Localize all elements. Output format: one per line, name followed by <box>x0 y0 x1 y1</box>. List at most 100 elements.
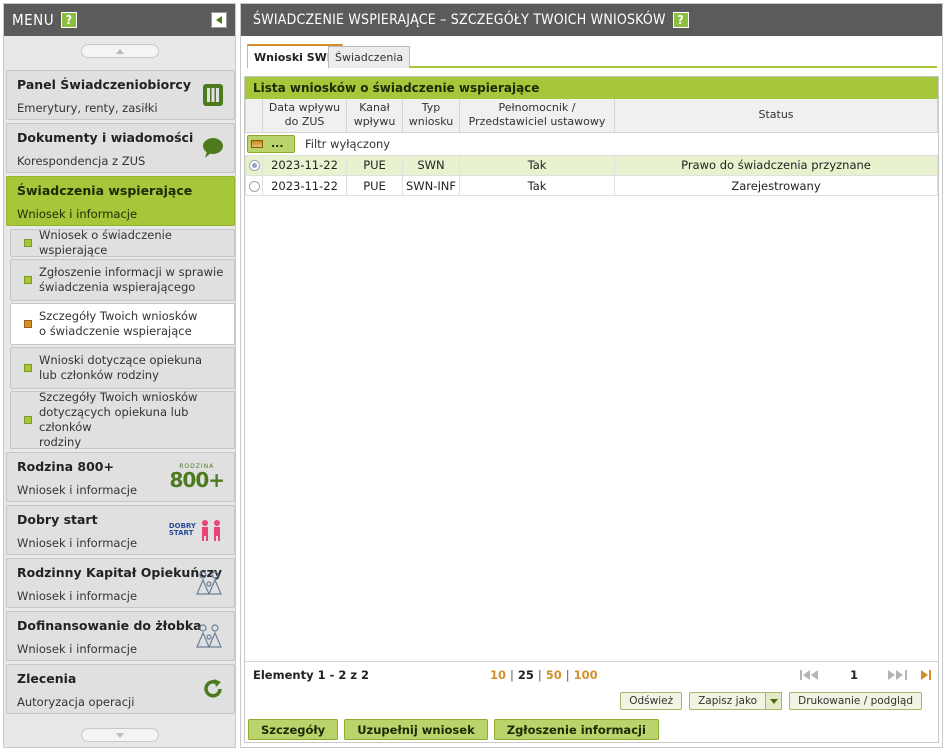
sidebar-item-dobry-start[interactable]: Dobry start Wniosek i informacje DOBRY ST… <box>6 505 235 555</box>
requests-panel: Lista wniosków o świadczenie wspierające… <box>244 76 939 743</box>
menu-scroll-down-button[interactable] <box>80 728 159 742</box>
family-icon <box>196 624 222 648</box>
sidebar-subitem-szczegoly-opiekuna[interactable]: Szczegóły Twoich wniosków dotyczących opi… <box>10 390 235 449</box>
page-title: ŚWIADCZENIE WSPIERAJĄCE – SZCZEGÓŁY TWOI… <box>253 12 666 28</box>
page-size-25[interactable]: 25 <box>518 668 534 682</box>
items-count: Elementy 1 - 2 z 2 <box>253 667 370 682</box>
sidebar-item-subtitle: Korespondencja z ZUS <box>17 154 146 168</box>
refresh-icon <box>204 679 222 698</box>
cell-status: Prawo do świadczenia przyznane <box>614 155 938 176</box>
bullet-icon <box>24 364 32 372</box>
sidebar-item-title: Panel Świadczeniobiorcy <box>17 77 191 92</box>
tab-bar: Wnioski SWN Świadczenia <box>247 44 937 68</box>
cell-channel: PUE <box>346 175 403 196</box>
sidebar-item-title: Świadczenia wspierające <box>17 183 193 198</box>
bullet-icon <box>24 320 32 328</box>
cell-type: SWN-INF <box>402 175 460 196</box>
sidebar-item-swiadczenia-wspierajace[interactable]: Świadczenia wspierające Wniosek i inform… <box>6 176 235 226</box>
tab-swiadczenia[interactable]: Świadczenia <box>328 46 411 68</box>
column-header-date[interactable]: Data wpływu do ZUS <box>262 99 347 133</box>
row-select-radio[interactable] <box>248 180 260 192</box>
pager: Elementy 1 - 2 z 2 10 | 25 | 50 | 100 1 <box>245 661 938 687</box>
sidebar-subitem-label: Szczegóły Twoich wniosków dotyczących opi… <box>39 390 198 449</box>
bullet-icon <box>24 239 32 247</box>
sidebar-subitem-wnioski-opiekuna[interactable]: Wnioski dotyczące opiekuna lub członków r… <box>10 347 235 389</box>
bullet-icon <box>24 416 32 424</box>
sidebar-item-rodzinny-kapital[interactable]: Rodzinny Kapitał Opiekuńczy Wniosek i in… <box>6 558 235 608</box>
cell-date: 2023-11-22 <box>262 175 347 196</box>
cell-status: Zarejestrowany <box>614 175 938 196</box>
page-size-10[interactable]: 10 <box>490 668 506 682</box>
page-size-50[interactable]: 50 <box>546 668 562 682</box>
requests-table: Data wpływu do ZUS Kanał wpływu Typ wniosku… <box>245 99 938 133</box>
save-as-dropdown[interactable] <box>766 692 783 710</box>
children-icon <box>202 520 220 541</box>
first-page-icon[interactable] <box>799 669 822 681</box>
print-preview-button[interactable]: Drukowanie / podgląd <box>789 692 922 710</box>
save-as-button[interactable]: Zapisz jako <box>689 692 767 710</box>
menu-help-icon[interactable]: ? <box>61 12 78 28</box>
sidebar-item-title: Rodzinny Kapitał Opiekuńczy <box>17 565 223 580</box>
sidebar-item-title: Zlecenia <box>17 671 77 686</box>
sidebar-item-dofinansowanie-zlobka[interactable]: Dofinansowanie do żłobka Wniosek i infor… <box>6 611 235 661</box>
report-information-button[interactable]: Zgłoszenie informacji <box>493 719 659 740</box>
refresh-button[interactable]: Odśwież <box>620 692 683 710</box>
cell-date: 2023-11-22 <box>262 155 347 176</box>
sidebar-subitem-label: Wniosek o świadczenie wspierające <box>39 228 172 257</box>
speech-bubble-icon <box>203 138 223 158</box>
page-size-selector: 10 | 25 | 50 | 100 <box>490 667 598 682</box>
column-header-proxy[interactable]: Pełnomocnik / Przedstawiciel ustawowy <box>459 99 615 133</box>
sidebar-subitem-label: Zgłoszenie informacji w sprawie świadczen… <box>39 265 224 294</box>
sidebar-item-panel-swiadczeniobiorcy[interactable]: Panel Świadczeniobiorcy Emerytury, renty… <box>6 70 235 120</box>
cell-proxy: Tak <box>459 175 615 196</box>
filter-button[interactable]: ... <box>247 134 295 153</box>
filter-icon <box>251 139 263 148</box>
row-select-radio[interactable] <box>248 160 260 172</box>
save-as-split-button: Zapisz jako <box>689 692 783 710</box>
sidebar-item-subtitle: Emerytury, renty, zasiłki <box>17 101 158 115</box>
sidebar-item-subtitle: Autoryzacja operacji <box>17 695 135 709</box>
page-help-icon[interactable]: ? <box>672 12 689 28</box>
table-row[interactable]: 2023-11-22 PUE SWN Tak Prawo do świadcze… <box>245 155 938 176</box>
page-size-100[interactable]: 100 <box>574 668 598 682</box>
table-actions: Odśwież Zapisz jako Drukowanie / podgląd <box>620 692 922 710</box>
sidebar-item-title: Dofinansowanie do żłobka <box>17 618 202 633</box>
sidebar-item-zlecenia[interactable]: Zlecenia Autoryzacja operacji <box>6 664 235 714</box>
table-row[interactable]: 2023-11-22 PUE SWN-INF Tak Zarejestrowan… <box>245 175 938 196</box>
sidebar-subitem-wniosek[interactable]: Wniosek o świadczenie wspierające <box>10 228 235 257</box>
bullet-icon <box>24 276 32 284</box>
sidebar-subitem-zgloszenie[interactable]: Zgłoszenie informacji w sprawie świadczen… <box>10 259 235 301</box>
sidebar-subitem-szczegoly[interactable]: Szczegóły Twoich wniosków o świadczenie w… <box>10 303 235 345</box>
collapse-menu-button[interactable] <box>211 12 227 28</box>
column-header-channel[interactable]: Kanał wpływu <box>346 99 403 133</box>
cell-proxy: Tak <box>459 155 615 176</box>
sidebar-item-subtitle: Wniosek i informacje <box>17 207 138 221</box>
page-header: ŚWIADCZENIE WSPIERAJĄCE – SZCZEGÓŁY TWOI… <box>241 4 942 36</box>
menu-scroll-up-button[interactable] <box>80 44 159 58</box>
last-page-icon[interactable] <box>920 669 932 681</box>
next-page-icon[interactable] <box>886 669 908 681</box>
sidebar-subitem-label: Wnioski dotyczące opiekuna lub członków r… <box>39 353 203 382</box>
menu-header: MENU ? <box>4 4 235 36</box>
chevron-up-icon <box>115 48 124 54</box>
rodzina-800-logo: RODZINA 800+ <box>169 463 225 492</box>
sidebar-item-rodzina-800[interactable]: Rodzina 800+ Wniosek i informacje RODZIN… <box>6 452 235 502</box>
details-button[interactable]: Szczegóły <box>248 719 339 740</box>
app-root: MENU ? Panel Świadczeniobiorcy Emerytury… <box>0 0 945 750</box>
column-header-type[interactable]: Typ wniosku <box>402 99 460 133</box>
menu-title: MENU <box>12 11 55 29</box>
sidebar-item-title: Dokumenty i wiadomości <box>17 130 194 145</box>
chevron-down-icon <box>769 698 778 704</box>
complete-request-button[interactable]: Uzupełnij wniosek <box>344 719 488 740</box>
dobry-start-logo: DOBRY START <box>169 519 224 541</box>
bottom-actions: Szczegóły Uzupełnij wniosek Zgłoszenie i… <box>248 719 659 740</box>
sidebar-subitem-label: Szczegóły Twoich wniosków o świadczenie w… <box>39 309 198 338</box>
benefits-icon <box>203 84 223 106</box>
sidebar-item-dokumenty[interactable]: Dokumenty i wiadomości Korespondencja z … <box>6 123 235 173</box>
column-header-status[interactable]: Status <box>614 99 938 133</box>
column-header-select <box>245 99 263 133</box>
chevron-left-icon <box>216 16 222 24</box>
panel-title: Lista wniosków o świadczenie wspierające <box>245 77 938 99</box>
sidebar-menu: MENU ? Panel Świadczeniobiorcy Emerytury… <box>3 3 236 748</box>
page-navigation: 1 <box>799 668 932 682</box>
